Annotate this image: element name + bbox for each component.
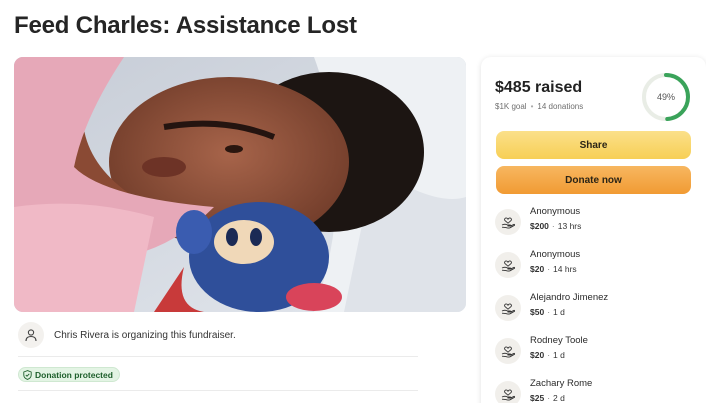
donation-item: Zachary Rome $25 · 2 d [495,377,695,403]
share-button[interactable]: Share [496,131,691,159]
campaign-photo[interactable] [14,57,466,312]
separator-dot: • [530,102,534,111]
donation-time: 13 hrs [557,221,582,231]
donor-name: Alejandro Jimenez [530,292,609,303]
heart-hand-icon [495,295,521,321]
progress-percent: 49% [656,92,675,102]
organizer-row[interactable]: Chris Rivera is organizing this fundrais… [18,320,418,350]
donor-name: Rodney Toole [530,335,588,346]
amount-raised: $485 raised [495,79,583,96]
donation-card: $485 raised $1K goal • 14 donations 49% Sh… [481,57,706,403]
page-title: Feed Charles: Assistance Lost [14,12,357,39]
heart-hand-icon [495,338,521,364]
donation-meta: $20 · 1 d [530,350,565,360]
donation-time: 1 d [553,350,565,360]
divider [18,390,418,391]
goal-line: $1K goal • 14 donations [495,102,583,111]
heart-hand-icon [495,252,521,278]
donation-amount: $25 [530,393,545,403]
donation-item: Rodney Toole $20 · 1 d [495,334,695,370]
donation-protected-badge[interactable]: Donation protected [18,367,120,382]
donation-time: 1 d [553,307,565,317]
donation-amount: $20 [530,350,545,360]
donation-time: 2 d [553,393,565,403]
donor-name: Anonymous [530,249,581,260]
donation-item: Anonymous $200 · 13 hrs [495,205,695,241]
donor-name: Zachary Rome [530,378,593,389]
badge-label: Donation protected [35,369,113,380]
divider [18,356,418,357]
donate-now-button[interactable]: Donate now [496,166,691,194]
donation-count: 14 donations [537,102,584,111]
donation-amount: $20 [530,264,545,274]
heart-hand-icon [495,381,521,403]
donation-amount: $200 [530,221,549,231]
donation-meta: $20 · 14 hrs [530,264,577,274]
donation-meta: $25 · 2 d [530,393,565,403]
donor-name: Anonymous [530,206,581,217]
donation-meta: $200 · 13 hrs [530,221,582,231]
goal-amount: $1K goal [495,102,527,111]
donation-time: 14 hrs [553,264,577,274]
donation-amount: $50 [530,307,545,317]
organizer-text: Chris Rivera is organizing this fundrais… [54,329,236,341]
donation-meta: $50 · 1 d [530,307,565,317]
shield-check-icon [23,369,32,380]
campaign-photo-image [14,57,466,312]
donation-item: Anonymous $20 · 14 hrs [495,248,695,284]
heart-hand-icon [495,209,521,235]
person-icon [18,322,44,348]
donation-item: Alejandro Jimenez $50 · 1 d [495,291,695,327]
